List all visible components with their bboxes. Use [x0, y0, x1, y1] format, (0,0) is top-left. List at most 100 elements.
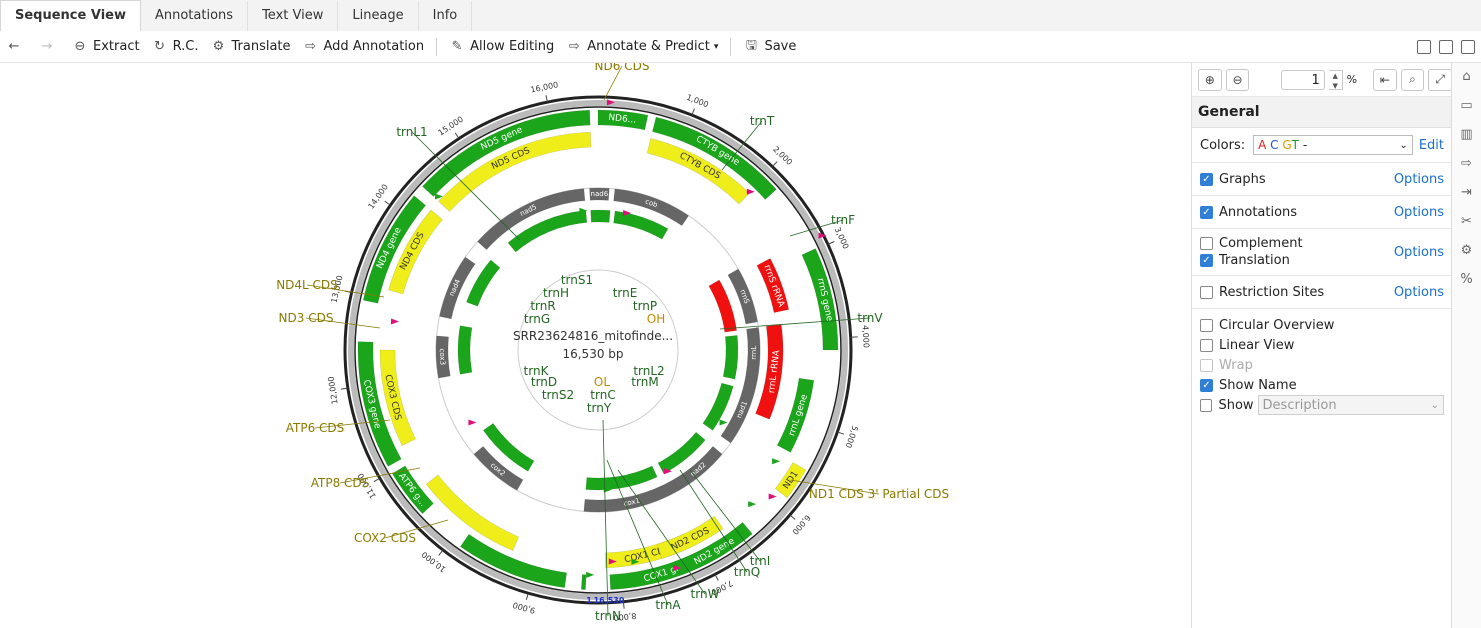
restriction-sites-checkbox[interactable] — [1200, 285, 1213, 299]
tab-text-view[interactable]: Text View — [248, 1, 339, 31]
extract-button[interactable]: ⊖ Extract — [66, 31, 146, 62]
add-annotation-label: Add Annotation — [323, 39, 425, 54]
layout-icon[interactable] — [1439, 39, 1453, 54]
allow-editing-label: Allow Editing — [470, 39, 555, 54]
general-header[interactable]: General — [1192, 97, 1452, 128]
annotations-options-link[interactable]: Options — [1394, 205, 1444, 220]
arc-label: cox3 — [438, 348, 447, 365]
extract-icon: ⊖ — [74, 39, 86, 54]
restriction-options-link[interactable]: Options — [1394, 285, 1444, 300]
monitor-icon[interactable]: ▭ — [1458, 98, 1476, 114]
zoom-selection-icon[interactable]: ⌕ — [1400, 68, 1425, 91]
fit-width-icon[interactable]: ⇤ — [1373, 68, 1397, 91]
forward-button[interactable]: → — [33, 31, 66, 62]
inner-feature-label: trnP — [633, 299, 657, 313]
circular-overview-label: Circular Overview — [1219, 317, 1335, 333]
graphs-options-link[interactable]: Options — [1394, 172, 1444, 187]
toolbar-divider — [436, 37, 438, 56]
feature-label: trnQ — [734, 565, 760, 579]
graphs-label: Graphs — [1219, 171, 1266, 187]
color-g: G — [1282, 138, 1292, 152]
zoom-out-icon[interactable]: ⊖ — [1225, 68, 1250, 91]
feature-label: ND6 CDS — [595, 63, 650, 73]
zoom-input[interactable]: 1 — [1281, 69, 1325, 90]
zoom-in-icon[interactable]: ⊕ — [1198, 68, 1222, 91]
predict-icon: ⇨ — [568, 39, 580, 54]
ruler-label: 3,000 — [833, 226, 851, 251]
annotate-predict-button[interactable]: ⇨ Annotate & Predict ▾ — [560, 31, 724, 62]
inner-feature-label: trnM — [631, 375, 658, 389]
show-name-checkbox[interactable]: ✓ — [1200, 378, 1213, 392]
graphs-checkbox[interactable]: ✓ — [1200, 172, 1213, 186]
wrap-label: Wrap — [1219, 357, 1253, 373]
scissors-icon[interactable]: ✂ — [1458, 214, 1476, 230]
inner-feature-label: trnC — [590, 388, 615, 402]
ruler-label: 14,000 — [366, 183, 389, 211]
translation-options-link[interactable]: Options — [1394, 245, 1444, 260]
toolbar: ← → ⊖ Extract ↻ R.C. ⚙ Translate ⇨ Add Annot… — [0, 31, 1481, 63]
feature-label: COX2 CDS — [354, 531, 416, 545]
feature-label: trnF — [831, 213, 855, 227]
ruler-label: 5,000 — [844, 424, 860, 449]
toolbar-divider — [730, 37, 732, 56]
linear-view-checkbox[interactable] — [1200, 338, 1213, 352]
annotation-arc — [457, 325, 473, 375]
annotation-arc — [590, 209, 611, 223]
restriction-sites-label: Restriction Sites — [1219, 284, 1325, 300]
settings-icon[interactable]: ⚙ — [1458, 243, 1476, 259]
annotations-checkbox[interactable]: ✓ — [1200, 205, 1213, 219]
feature-label: ATP6 CDS — [286, 421, 345, 435]
colors-select[interactable]: A C GT - ⌄ — [1253, 135, 1413, 155]
fullscreen-icon[interactable]: ⤢ — [1428, 68, 1453, 91]
zoom-stepper[interactable]: ▲ ▼ — [1328, 69, 1343, 90]
complement-checkbox[interactable] — [1200, 237, 1213, 250]
translate-button[interactable]: ⚙ Translate — [204, 31, 296, 62]
inner-feature-label: trnS2 — [542, 388, 574, 402]
expand-icon[interactable] — [1461, 39, 1475, 54]
arrow-icon[interactable]: ⇨ — [1458, 156, 1476, 172]
home-icon[interactable]: ⌂ — [1458, 69, 1476, 85]
show-checkbox[interactable] — [1200, 398, 1213, 412]
chevron-down-icon: ⌄ — [1430, 399, 1439, 411]
translation-checkbox[interactable]: ✓ — [1200, 254, 1213, 267]
arrow-right-icon: → — [41, 39, 53, 54]
inner-feature-label: trnE — [613, 286, 638, 300]
zoom-bar: ⊕ ⊖ 1 ▲ ▼ % ⇤ ⌕ ⤢ — [1192, 63, 1453, 97]
save-button[interactable]: 🖫 Save — [737, 31, 802, 62]
annotation-arc — [708, 279, 737, 333]
share-icon[interactable]: ⇥ — [1458, 185, 1476, 201]
ruler-tick — [714, 574, 719, 581]
save-label: Save — [764, 39, 797, 54]
translate-label: Translate — [231, 39, 291, 54]
chevron-down-icon: ⌄ — [1399, 139, 1408, 151]
description-value: Description — [1262, 397, 1337, 413]
sequence-map-canvas[interactable]: 1,000 2,000 3,000 4,000 5,000 6,000 7,000 8,000… — [0, 63, 1190, 628]
tab-info[interactable]: Info — [419, 1, 473, 31]
ruler-tick — [789, 514, 796, 520]
feature-label: ND4L CDS — [276, 278, 338, 292]
inner-feature-label: OL — [594, 375, 610, 389]
side-icon-strip: ⌂ ▭ ▥ ⇨ ⇥ ✂ ⚙ % — [1451, 63, 1481, 628]
inner-feature-label: trnY — [587, 401, 612, 415]
add-annotation-button[interactable]: ⇨ Add Annotation — [297, 31, 431, 62]
allow-editing-button[interactable]: ✎ Allow Editing — [443, 31, 560, 62]
circular-overview-checkbox[interactable] — [1200, 318, 1213, 332]
ruler-label: 6,000 — [790, 513, 812, 536]
tab-lineage[interactable]: Lineage — [338, 1, 419, 31]
ruler-label: 9,000 — [512, 600, 536, 615]
edit-colors-link[interactable]: Edit — [1419, 138, 1444, 153]
percent-icon[interactable]: % — [1458, 272, 1476, 288]
bar-chart-icon[interactable]: ▥ — [1458, 127, 1476, 143]
description-select[interactable]: Description ⌄ — [1257, 395, 1444, 415]
tab-sequence-view[interactable]: Sequence View — [0, 0, 141, 32]
feature-label: ATP8 CDS — [311, 476, 370, 490]
ruler-tick — [438, 549, 444, 556]
rc-button[interactable]: ↻ R.C. — [146, 31, 205, 62]
split-view-icon[interactable] — [1417, 39, 1431, 54]
tab-annotations[interactable]: Annotations — [141, 1, 249, 31]
back-button[interactable]: ← — [0, 31, 33, 62]
leader-line — [719, 317, 871, 330]
sequence-length: 16,530 bp — [562, 347, 623, 361]
inner-feature-label: trnH — [543, 286, 569, 300]
annotation-icon: ⇨ — [305, 39, 316, 54]
